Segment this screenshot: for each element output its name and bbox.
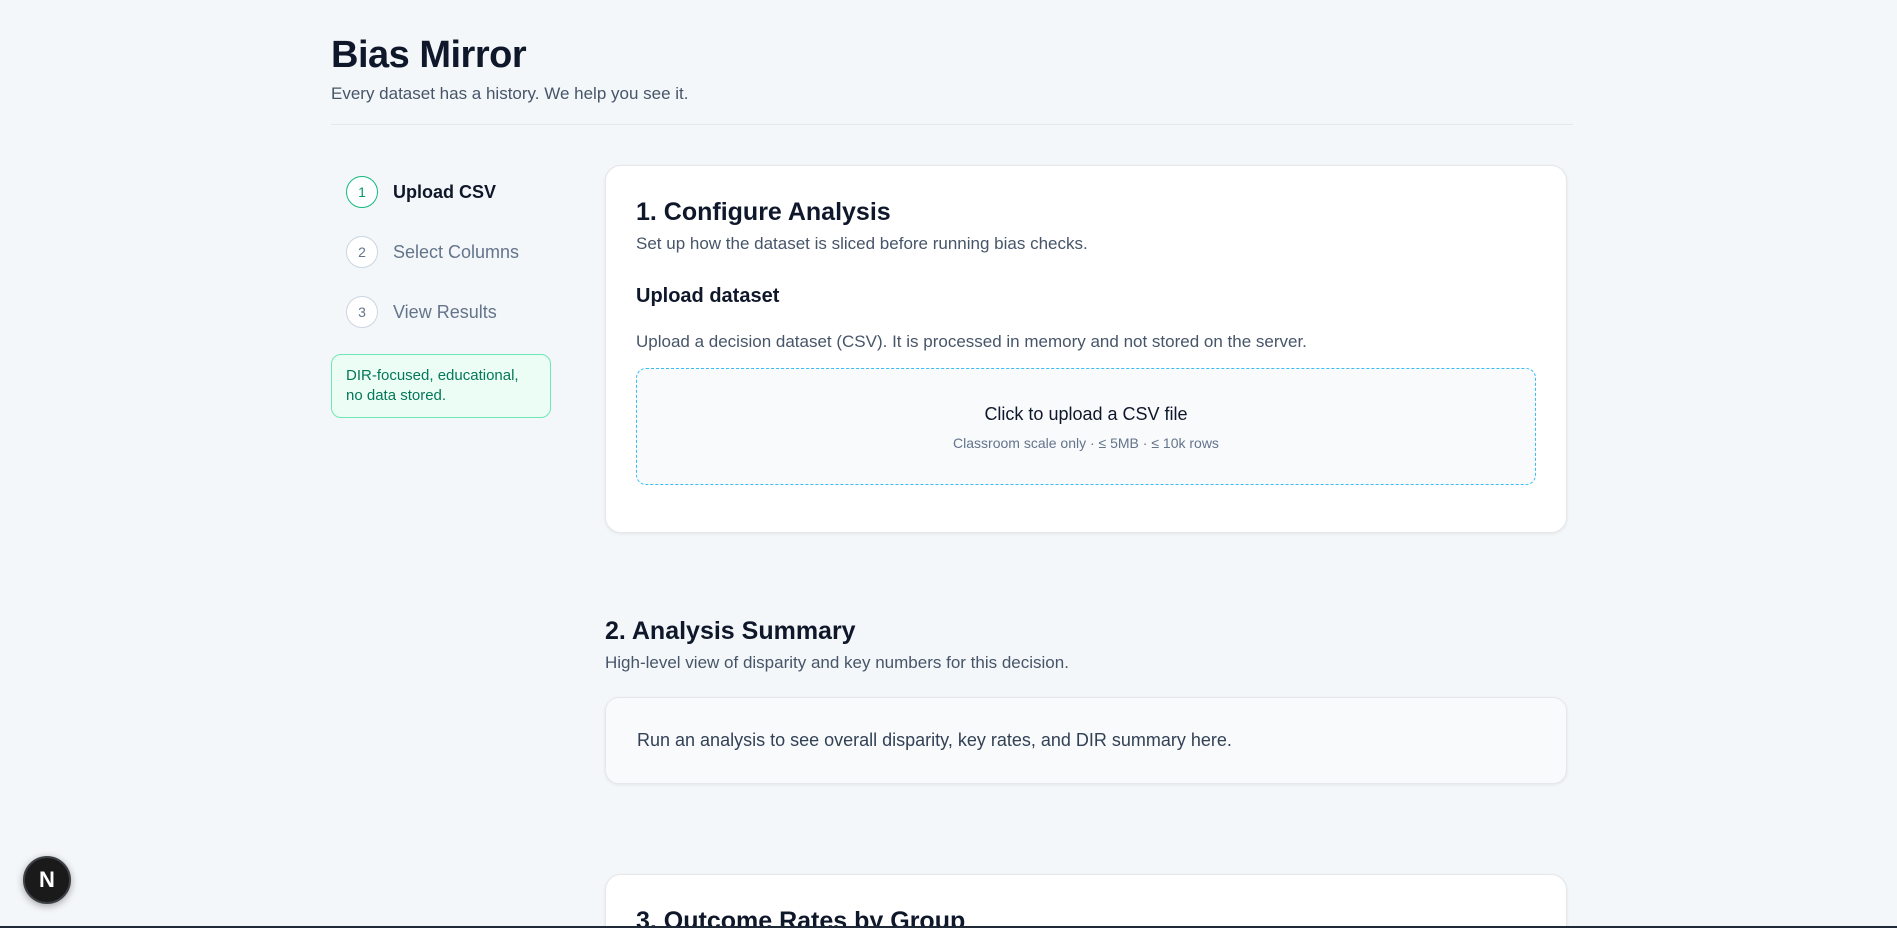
section-title: 3. Outcome Rates by Group [636, 907, 966, 928]
step-number: 1 [346, 176, 378, 208]
app-title: Bias Mirror [331, 34, 527, 76]
step-view-results[interactable]: 3 View Results [346, 294, 551, 330]
step-select-columns[interactable]: 2 Select Columns [346, 234, 551, 270]
dropzone-hint: Classroom scale only · ≤ 5MB · ≤ 10k row… [953, 434, 1219, 451]
section-subtitle: Set up how the dataset is sliced before … [636, 234, 1088, 253]
summary-placeholder-card: Run an analysis to see overall disparity… [605, 697, 1567, 784]
section-title: 1. Configure Analysis [636, 198, 891, 226]
step-label: View Results [393, 301, 497, 322]
step-upload-csv[interactable]: 1 Upload CSV [346, 174, 551, 210]
step-sidebar: 1 Upload CSV 2 Select Columns 3 View Res… [331, 174, 551, 418]
summary-placeholder-text: Run an analysis to see overall disparity… [637, 730, 1232, 750]
step-label: Upload CSV [393, 181, 497, 202]
section-subtitle: High-level view of disparity and key num… [605, 653, 1069, 672]
dev-badge-label: N [39, 867, 55, 892]
outcome-rates-card: 3. Outcome Rates by Group [605, 874, 1567, 928]
dropzone-title: Click to upload a CSV file [984, 403, 1188, 424]
section-title: 2. Analysis Summary [605, 617, 856, 645]
csv-upload-dropzone[interactable]: Click to upload a CSV file Classroom sca… [636, 368, 1536, 485]
app-tagline: Every dataset has a history. We help you… [331, 84, 689, 103]
configure-analysis-card: 1. Configure Analysis Set up how the dat… [605, 165, 1567, 533]
step-number: 2 [346, 236, 378, 268]
page: Bias Mirror Every dataset has a history.… [0, 0, 1897, 928]
step-label: Select Columns [393, 241, 520, 262]
nextjs-icon[interactable]: N [23, 856, 71, 904]
upload-heading: Upload dataset [636, 285, 780, 307]
info-note: DIR-focused, educational, no data stored… [331, 354, 551, 418]
analysis-summary-section: 2. Analysis Summary High-level view of d… [605, 615, 1567, 784]
step-number: 3 [346, 296, 378, 328]
app-header: Bias Mirror Every dataset has a history.… [331, 30, 1573, 125]
upload-description: Upload a decision dataset (CSV). It is p… [636, 332, 1307, 351]
